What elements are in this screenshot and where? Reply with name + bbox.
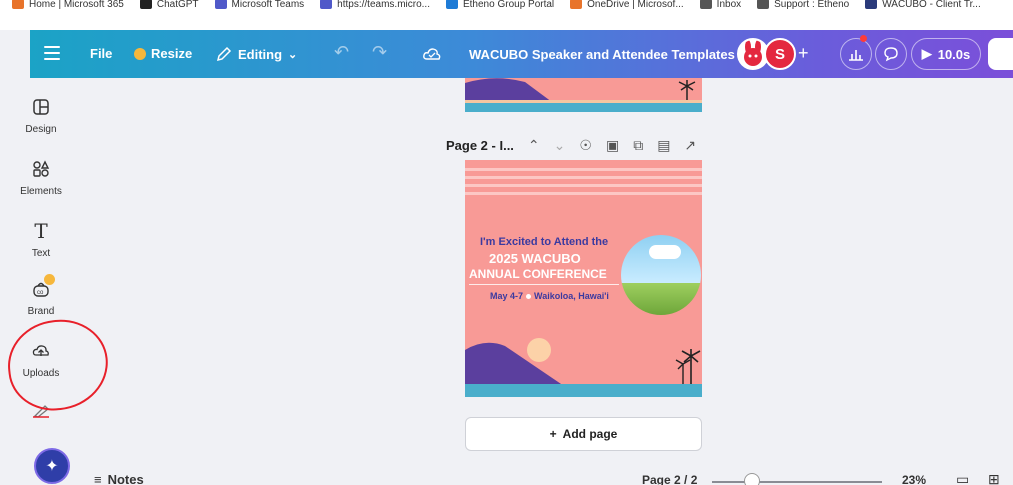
sidebar-label-text: Text [31, 248, 51, 259]
bookmark-label: WACUBO - Client Tr... [882, 0, 981, 10]
lock-icon[interactable]: ▣ [606, 137, 619, 154]
page-view-icon[interactable]: ▭ [956, 471, 969, 485]
bookmark-favicon-icon [320, 0, 333, 9]
elements-icon [30, 158, 52, 180]
present-button[interactable]: ▶ 10.0s [911, 38, 981, 70]
bookmark-favicon-icon [214, 0, 227, 9]
bookmark-label: Inbox [716, 0, 742, 10]
bookmark-label: Microsoft Teams [231, 0, 305, 10]
left-sidebar: Design Elements T Text co Brand Uploads [0, 78, 82, 485]
sparkle-icon: ✦ [45, 458, 59, 475]
undo-icon[interactable]: ↶ [334, 42, 349, 63]
bookmark-item[interactable]: Support : Etheno [757, 0, 849, 15]
page-indicator[interactable]: Page 2 / 2 [642, 473, 697, 485]
sidebar-item-text[interactable]: T Text [0, 219, 82, 259]
magic-sparkle-button[interactable]: ✦ [34, 448, 70, 484]
sea-band [465, 384, 702, 397]
comment-icon [884, 47, 898, 62]
duplicate-icon[interactable]: ⧉ [633, 137, 643, 154]
bookmark-favicon-icon [865, 0, 878, 9]
hide-eye-icon[interactable]: ☉ [579, 137, 592, 154]
page-toolbar: Page 2 - I... ⌃ ⌄ ☉ ▣ ⧉ ▤ ↗ [446, 134, 696, 156]
bookmark-favicon-icon [445, 0, 458, 9]
text-icon: T [34, 219, 48, 243]
bookmark-item[interactable]: https://teams.micro... [320, 0, 430, 15]
crown-icon [134, 47, 146, 60]
bookmark-item[interactable]: Home | Microsoft 365 [12, 0, 124, 15]
volcano-illustration [465, 342, 701, 388]
add-page-button[interactable]: + Add page [465, 417, 702, 451]
editor-toolbar: File Resize Editing ⌄ ↶ ↷ WACUBO Speaker… [30, 30, 1013, 78]
grid-view-icon[interactable]: ⊞ [988, 471, 1000, 485]
user-avatar[interactable]: S [764, 38, 796, 70]
timer-label: 10.0s [937, 46, 971, 62]
chevron-up-icon[interactable]: ⌃ [528, 137, 540, 154]
design-icon [30, 96, 52, 118]
volcano-illustration [465, 78, 702, 112]
editing-label: Editing [238, 46, 283, 62]
sidebar-item-elements[interactable]: Elements [0, 158, 82, 197]
file-menu-button[interactable]: File [90, 46, 112, 61]
redo-icon[interactable]: ↷ [372, 42, 387, 63]
comments-button[interactable] [875, 38, 907, 70]
bookmark-label: Support : Etheno [774, 0, 850, 10]
bookmark-label: Home | Microsoft 365 [29, 0, 124, 10]
invite-plus-button[interactable]: + [798, 43, 809, 64]
notes-label: Notes [107, 472, 144, 485]
page-2-canvas[interactable]: I'm Excited to Attend the 2025 WACUBO AN… [465, 160, 702, 397]
plus-icon: + [549, 427, 557, 441]
bookmark-label: OneDrive | Microsof... [587, 0, 684, 10]
previous-page-canvas[interactable] [465, 78, 702, 112]
bookmark-item[interactable]: OneDrive | Microsof... [570, 0, 684, 15]
zoom-level[interactable]: 23% [902, 473, 926, 485]
bookmark-item[interactable]: Inbox [699, 0, 742, 15]
rabbit-avatar-icon [744, 40, 762, 66]
bookmark-favicon-icon [699, 0, 712, 9]
zoom-slider-thumb[interactable] [744, 473, 760, 485]
resize-button[interactable]: Resize [134, 46, 192, 61]
bookmark-label: Etheno Group Portal [462, 0, 555, 10]
zoom-slider-track[interactable] [712, 481, 882, 483]
bookmark-item[interactable]: Microsoft Teams [214, 0, 305, 15]
crown-icon [44, 274, 55, 285]
trash-icon[interactable]: ▤ [657, 137, 670, 154]
brand-icon: co [30, 274, 55, 300]
add-page-icon[interactable]: ↗ [684, 137, 696, 154]
bookmark-favicon-icon [757, 0, 770, 9]
page-title-label[interactable]: Page 2 - I... [446, 138, 514, 153]
sidebar-item-design[interactable]: Design [0, 96, 82, 135]
resize-label: Resize [151, 46, 193, 61]
bottom-bar: ≡ Notes Page 2 / 2 23% ▭ ⊞ [82, 466, 1013, 485]
notes-button[interactable]: ≡ Notes [94, 472, 144, 485]
share-button[interactable] [988, 38, 1013, 70]
bookmarks-bar: Home | Microsoft 365 ChatGPT Microsoft Tea… [0, 0, 1013, 30]
bookmark-favicon-icon [570, 0, 583, 9]
bookmark-label: https://teams.micro... [337, 0, 430, 10]
bookmark-item[interactable]: ChatGPT [139, 0, 199, 15]
insights-button[interactable] [840, 38, 872, 70]
pencil-icon [216, 46, 232, 62]
notes-icon: ≡ [94, 472, 102, 485]
bar-chart-icon [849, 50, 863, 61]
add-page-label: Add page [562, 427, 618, 441]
sidebar-label-brand: Brand [27, 306, 55, 317]
bookmark-item[interactable]: Etheno Group Portal [445, 0, 555, 15]
bookmark-favicon-icon [12, 0, 24, 9]
menu-icon[interactable] [44, 46, 60, 60]
notification-dot [860, 35, 867, 42]
bookmark-label: ChatGPT [156, 0, 199, 10]
sidebar-label-elements: Elements [20, 186, 62, 197]
chevron-down-icon: ⌄ [288, 48, 298, 61]
editing-mode-button[interactable]: Editing ⌄ [216, 46, 297, 62]
chevron-down-icon[interactable]: ⌄ [554, 137, 566, 154]
bookmark-item[interactable]: WACUBO - Client Tr... [865, 0, 981, 15]
bookmark-favicon-icon [139, 0, 152, 9]
cloud-saved-icon[interactable] [422, 44, 442, 64]
document-title[interactable]: WACUBO Speaker and Attendee Templates [469, 47, 735, 62]
svg-text:co: co [37, 290, 44, 296]
play-icon: ▶ [921, 46, 932, 61]
sidebar-item-brand[interactable]: co Brand [0, 274, 82, 317]
sidebar-label-design: Design [25, 124, 57, 135]
